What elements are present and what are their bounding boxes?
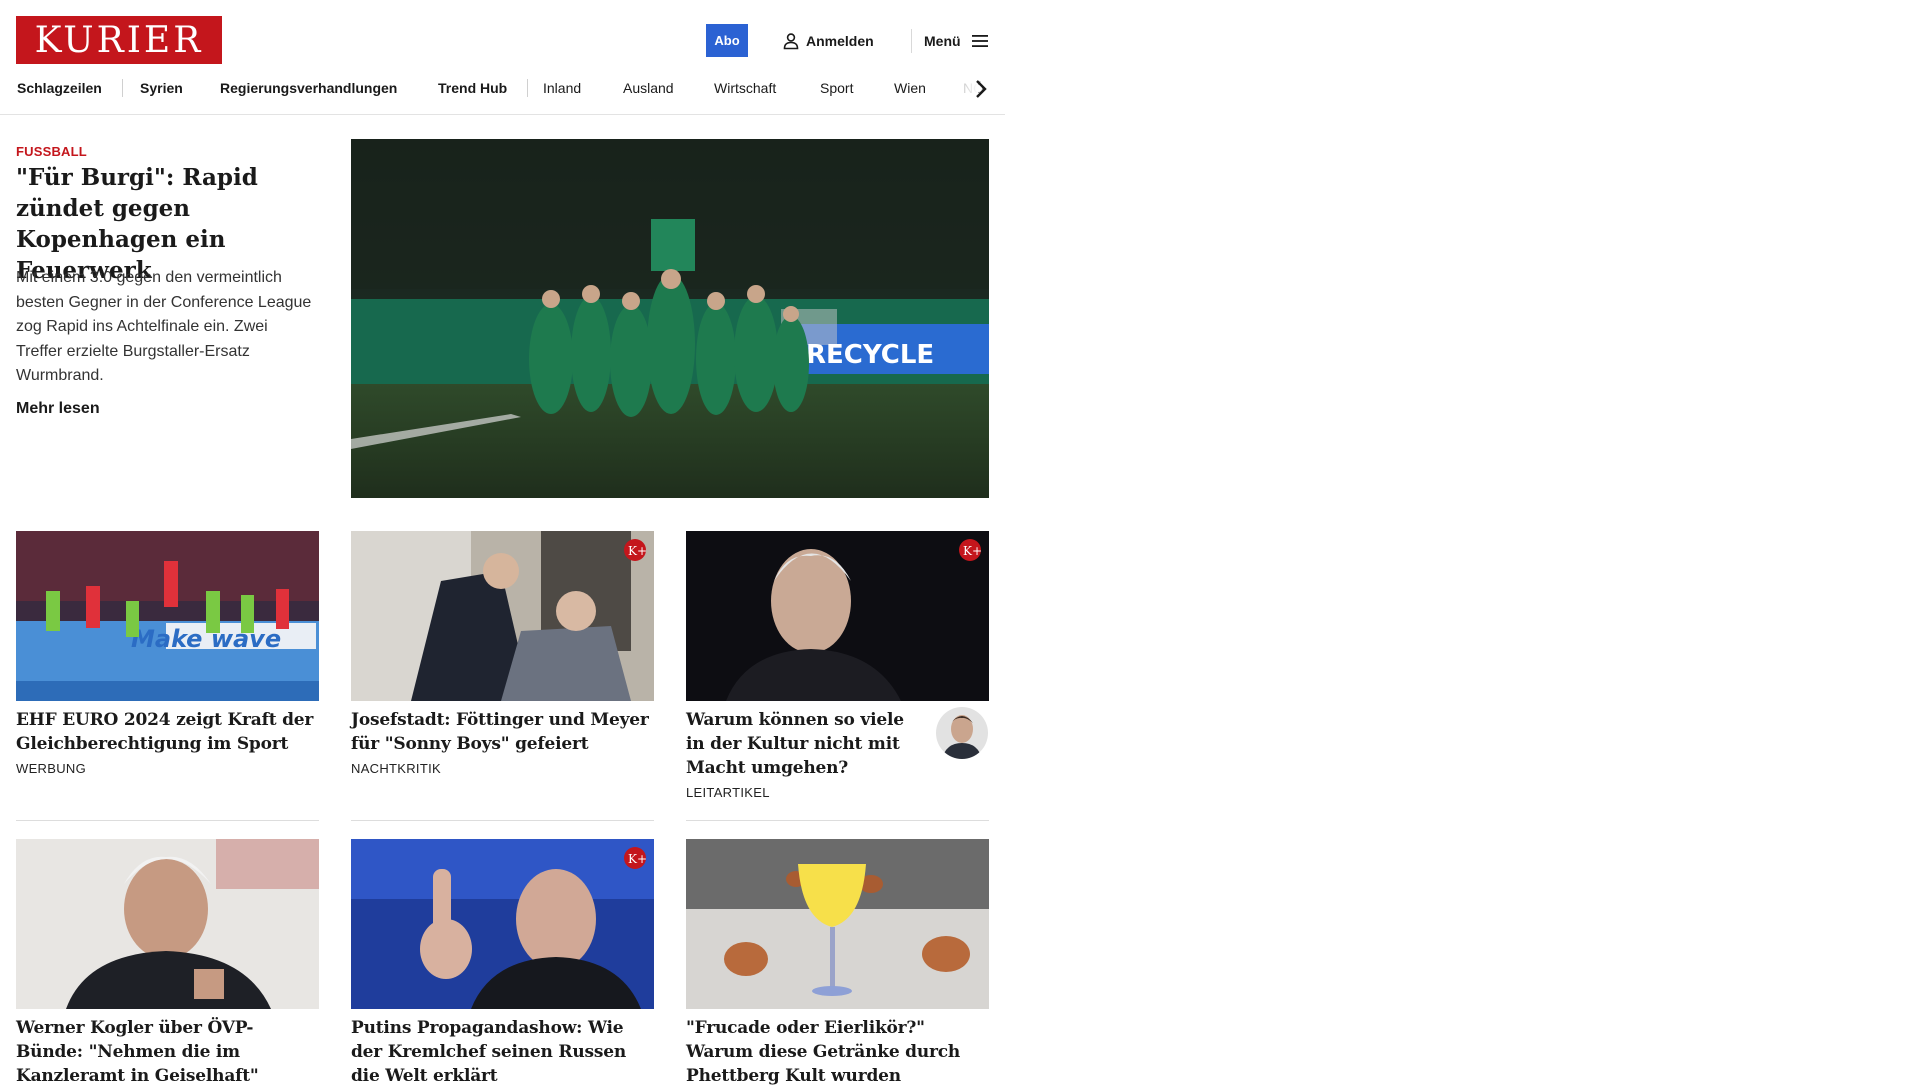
k-plus-badge: K+ xyxy=(624,847,647,869)
nav-item-schlagzeilen[interactable]: Schlagzeilen xyxy=(17,80,102,96)
article-image: Make wave xyxy=(16,531,319,701)
nav-divider xyxy=(122,79,123,97)
nav-item-syrien[interactable]: Syrien xyxy=(140,80,183,96)
article-title[interactable]: EHF EURO 2024 zeigt Kraft der Gleichbere… xyxy=(16,708,319,756)
hero-image[interactable]: RECYCLE xyxy=(351,139,989,498)
k-plus-badge: K+ xyxy=(959,539,982,561)
row-divider xyxy=(16,820,319,821)
svg-text:K+: K+ xyxy=(963,544,981,558)
hamburger-icon xyxy=(971,35,988,47)
nav-item-sport[interactable]: Sport xyxy=(820,80,853,96)
article-tag: WERBUNG xyxy=(16,761,86,776)
login-button[interactable]: Anmelden xyxy=(782,30,874,52)
article-card-kogler[interactable]: Werner Kogler über ÖVP-Bünde: "Nehmen di… xyxy=(16,839,319,1088)
nav-item-regierungsverhandlungen[interactable]: Regierungsverhandlungen xyxy=(220,80,397,96)
article-card-putin[interactable]: K+ Putins Propagandashow: Wie der Kremlc… xyxy=(351,839,654,1088)
menu-label: Menü xyxy=(924,33,961,49)
article-title[interactable]: Warum können so viele in der Kultur nich… xyxy=(686,708,926,780)
kurier-logo[interactable]: KURIER xyxy=(16,16,222,64)
abo-button[interactable]: Abo xyxy=(706,24,748,57)
article-image xyxy=(686,839,989,1009)
hero-image-text: RECYCLE xyxy=(806,340,934,370)
article-image: K+ xyxy=(686,531,989,701)
header-divider xyxy=(911,29,912,53)
article-image xyxy=(16,839,319,1009)
login-label: Anmelden xyxy=(806,33,874,49)
article-tag: NACHTKRITIK xyxy=(351,761,441,776)
user-icon xyxy=(783,33,799,50)
article-card-eierlikoer[interactable]: "Frucade oder Eierlikör?" Warum diese Ge… xyxy=(686,839,989,1088)
article-image: K+ xyxy=(351,531,654,701)
article-title[interactable]: Josefstadt: Föttinger und Meyer für "Son… xyxy=(351,708,654,756)
nav-item-trend-hub[interactable]: Trend Hub xyxy=(438,80,507,96)
k-plus-badge: K+ xyxy=(624,539,647,561)
read-more-link[interactable]: Mehr lesen xyxy=(16,400,100,418)
nav-item-ausland[interactable]: Ausland xyxy=(623,80,674,96)
row-divider xyxy=(351,820,654,821)
row-divider xyxy=(686,820,989,821)
nav-divider xyxy=(527,79,528,97)
article-image: K+ xyxy=(351,839,654,1009)
article-title[interactable]: "Frucade oder Eierlikör?" Warum diese Ge… xyxy=(686,1016,989,1088)
hero-kicker: FUSSBALL xyxy=(16,144,87,159)
chevron-right-icon[interactable] xyxy=(972,78,990,100)
article-card-josefstadt[interactable]: K+ Josefstadt: Föttinger und Meyer für "… xyxy=(351,531,654,776)
menu-button[interactable]: Menü xyxy=(924,30,989,52)
nav-item-wirtschaft[interactable]: Wirtschaft xyxy=(714,80,776,96)
page: KURIER Abo Anmelden Menü Schlagzeilen Sy… xyxy=(0,0,1005,1086)
article-title[interactable]: Putins Propagandashow: Wie der Kremlchef… xyxy=(351,1016,654,1088)
nav-item-wien[interactable]: Wien xyxy=(894,80,926,96)
hero-lead: Mit einem 3:0 gegen den vermeintlich bes… xyxy=(16,269,312,384)
author-avatar xyxy=(936,707,988,759)
article-tag: LEITARTIKEL xyxy=(686,785,770,800)
nav-item-inland[interactable]: Inland xyxy=(543,80,581,96)
article-card-kultur[interactable]: K+ Warum können so viele in der Kultur n… xyxy=(686,531,989,800)
article-title[interactable]: Werner Kogler über ÖVP-Bünde: "Nehmen di… xyxy=(16,1016,319,1088)
svg-text:K+: K+ xyxy=(628,544,646,558)
main-navigation: Schlagzeilen Syrien Regierungsverhandlun… xyxy=(0,72,1005,115)
svg-text:K+: K+ xyxy=(628,852,646,866)
article-card-ehf[interactable]: Make wave EHF EURO 2024 zeigt Kraft der … xyxy=(16,531,319,776)
